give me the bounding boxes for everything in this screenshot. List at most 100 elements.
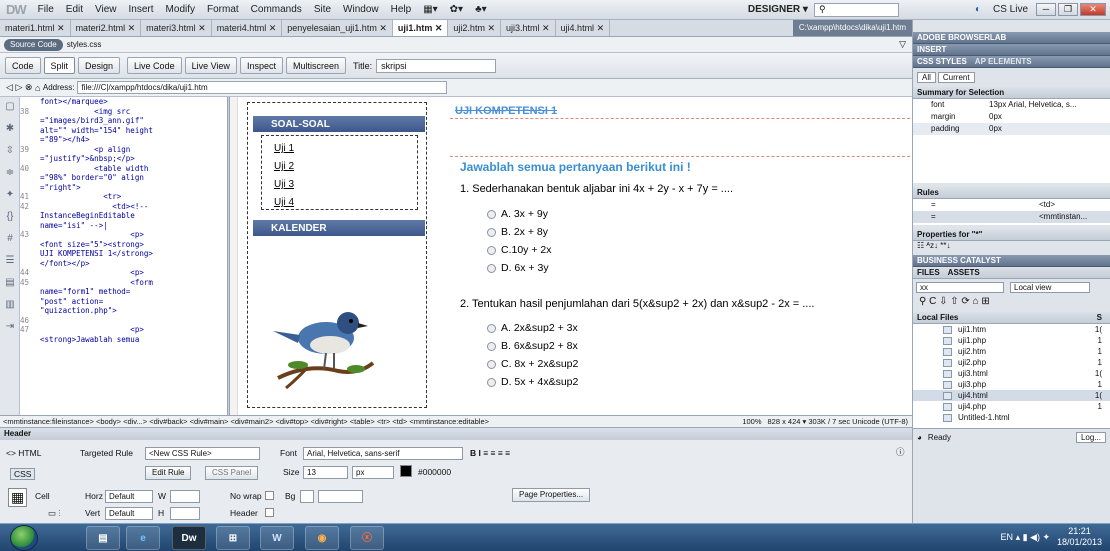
code-text[interactable]: name="isi" -->| <box>40 221 108 231</box>
workspace-switcher[interactable]: DESIGNER ▾ <box>742 4 814 15</box>
file-name[interactable]: uji1.php <box>958 336 986 345</box>
system-tray[interactable]: EN ▴ ▮ ◀) ✦ <box>1001 532 1050 543</box>
remove-comment-icon[interactable]: ▥ <box>3 299 17 311</box>
q2-option-c[interactable]: C. 8x + 2x&sup2 <box>487 358 578 370</box>
zoom-level[interactable]: 100% <box>742 417 761 426</box>
q1-option-d[interactable]: D. 6x + 3y <box>487 262 549 274</box>
color-swatch[interactable] <box>400 465 412 477</box>
file-list-item[interactable]: Untitled-1.html <box>913 412 1110 423</box>
radio-button[interactable] <box>487 377 496 387</box>
tab-materi4[interactable]: materi4.html ✕ <box>212 20 283 36</box>
code-view-button[interactable]: Code <box>5 57 41 74</box>
filter-icon[interactable]: ▽ <box>899 39 906 50</box>
code-line[interactable]: 39 <p align <box>20 145 227 155</box>
xampp-taskbar-icon[interactable]: ⓧ <box>350 526 384 550</box>
code-line[interactable]: font></marquee> <box>20 97 227 107</box>
color-value[interactable]: #000000 <box>418 467 451 477</box>
code-text[interactable]: <p> <box>40 268 144 278</box>
code-text[interactable]: ="89"></h4> <box>40 135 90 145</box>
assets-tab[interactable]: ASSETS <box>948 267 980 278</box>
code-text[interactable]: <font size="5"><strong> <box>40 240 144 250</box>
word-taskbar-icon[interactable]: W <box>260 526 294 550</box>
site-select[interactable]: xx <box>916 282 1004 293</box>
unit-select[interactable]: px <box>352 466 394 479</box>
start-button[interactable] <box>10 525 38 551</box>
radio-button[interactable] <box>487 227 496 237</box>
design-view[interactable]: SOAL-SOAL Uji 1 Uji 2 Uji 3 Uji 4 KALEND… <box>229 97 912 415</box>
code-text[interactable]: "post" action= <box>40 297 103 307</box>
view-select[interactable]: Local view <box>1010 282 1090 293</box>
code-text[interactable]: InstanceBeginEditable <box>40 211 135 221</box>
code-line[interactable]: alt="" width="154" height <box>20 126 227 136</box>
code-text[interactable]: <img src <box>40 107 130 117</box>
title-input[interactable]: skripsi <box>376 58 497 73</box>
firefox-taskbar-icon[interactable]: ◉ <box>305 526 339 550</box>
code-text[interactable]: name="form1" method= <box>40 287 130 297</box>
collapse-selection-icon[interactable]: ⇳ <box>3 145 17 157</box>
file-list-item[interactable]: uji2.htm 1 <box>913 346 1110 357</box>
current-button[interactable]: Current <box>937 72 975 83</box>
code-line[interactable]: 38 <img src <box>20 107 227 117</box>
vert-select[interactable]: Default <box>105 507 153 520</box>
inspect-button[interactable]: Inspect <box>239 57 283 74</box>
code-line[interactable]: ="89"></h4> <box>20 135 227 145</box>
menu-window[interactable]: Window <box>337 4 385 15</box>
css-toolbar-icons[interactable]: ☷ ᴬz↓ **↓ <box>913 241 1110 255</box>
code-text[interactable]: <tr> <box>40 192 121 202</box>
menu-help[interactable]: Help <box>385 4 418 15</box>
q1-option-b[interactable]: B. 2x + 8y <box>487 226 548 238</box>
text-format-icons[interactable]: B I ≡ ≡ ≡ ≡ <box>470 448 510 458</box>
extend-icon[interactable]: ✿▾ <box>444 4 469 15</box>
edit-rule-button[interactable]: Edit Rule <box>145 466 192 480</box>
code-text[interactable]: </font></p> <box>40 259 90 269</box>
line-numbers-icon[interactable]: # <box>3 233 17 245</box>
file-name[interactable]: uji2.htm <box>958 347 986 356</box>
q2-option-d[interactable]: D. 5x + 4x&sup2 <box>487 376 578 388</box>
layout-icon[interactable]: ▦▾ <box>417 4 443 15</box>
business-catalyst-header[interactable]: BUSINESS CATALYST <box>913 255 1110 267</box>
css-mode-button[interactable]: CSS <box>10 468 36 480</box>
code-text[interactable]: <table width <box>40 164 148 174</box>
menu-view[interactable]: View <box>89 4 123 15</box>
site-icon[interactable]: ♣▾ <box>469 4 493 15</box>
code-line[interactable]: 43 <p> <box>20 230 227 240</box>
css-styles-tab[interactable]: CSS STYLES <box>917 56 967 67</box>
cslive-label[interactable]: CS Live <box>987 4 1034 15</box>
menu-commands[interactable]: Commands <box>245 4 308 15</box>
horz-select[interactable]: Default <box>105 490 153 503</box>
code-line[interactable]: "post" action= <box>20 297 227 307</box>
code-text[interactable]: <p> <box>40 325 144 335</box>
dreamweaver-taskbar-icon[interactable]: Dw <box>172 526 206 550</box>
related-file-css[interactable]: styles.css <box>67 40 102 49</box>
code-text[interactable]: <p align <box>40 145 130 155</box>
height-input[interactable] <box>170 507 200 520</box>
code-text[interactable]: alt="" width="154" height <box>40 126 153 136</box>
code-view[interactable]: font></marquee> 38 <img src ="images/bird3… <box>20 97 228 415</box>
font-select[interactable]: Arial, Helvetica, sans-serif <box>303 447 463 460</box>
tab-materi3[interactable]: materi3.html ✕ <box>141 20 212 36</box>
radio-button[interactable] <box>487 245 496 255</box>
html-mode-button[interactable]: <> HTML <box>6 448 41 458</box>
link-uji2[interactable]: Uji 2 <box>274 161 294 172</box>
code-text[interactable]: font></marquee> <box>40 97 108 107</box>
code-line[interactable]: 45 <form <box>20 278 227 288</box>
code-text[interactable]: ="98%" border="0" align <box>40 173 144 183</box>
indent-icon[interactable]: ⇥ <box>3 321 17 333</box>
nowrap-checkbox[interactable] <box>265 491 274 500</box>
link-uji1[interactable]: Uji 1 <box>274 143 294 154</box>
tab-materi1[interactable]: materi1.html ✕ <box>0 20 71 36</box>
header-checkbox[interactable] <box>265 508 274 517</box>
file-list-item[interactable]: uji1.php 1 <box>913 335 1110 346</box>
ie-taskbar-icon[interactable]: e <box>126 526 160 550</box>
address-input[interactable]: file:///C|/xampp/htdocs/dika/uji1.htm <box>77 81 448 94</box>
code-text[interactable]: ="justify">&nbsp;</p> <box>40 154 135 164</box>
code-line[interactable]: ="images/bird3_ann.gif" <box>20 116 227 126</box>
open-documents-icon[interactable]: ▢ <box>3 101 17 113</box>
code-text[interactable]: <p> <box>40 230 144 240</box>
file-list-item[interactable]: uji1.htm 1( <box>913 324 1110 335</box>
select-parent-icon[interactable]: ✦ <box>3 189 17 201</box>
live-view-button[interactable]: Live View <box>184 57 237 74</box>
window-size[interactable]: 828 x 424 ▾ 303K / 7 sec Unicode (UTF-8) <box>768 417 909 426</box>
file-list-item[interactable]: uji4.html 1( <box>913 390 1110 401</box>
code-text[interactable]: ="right"> <box>40 183 81 193</box>
